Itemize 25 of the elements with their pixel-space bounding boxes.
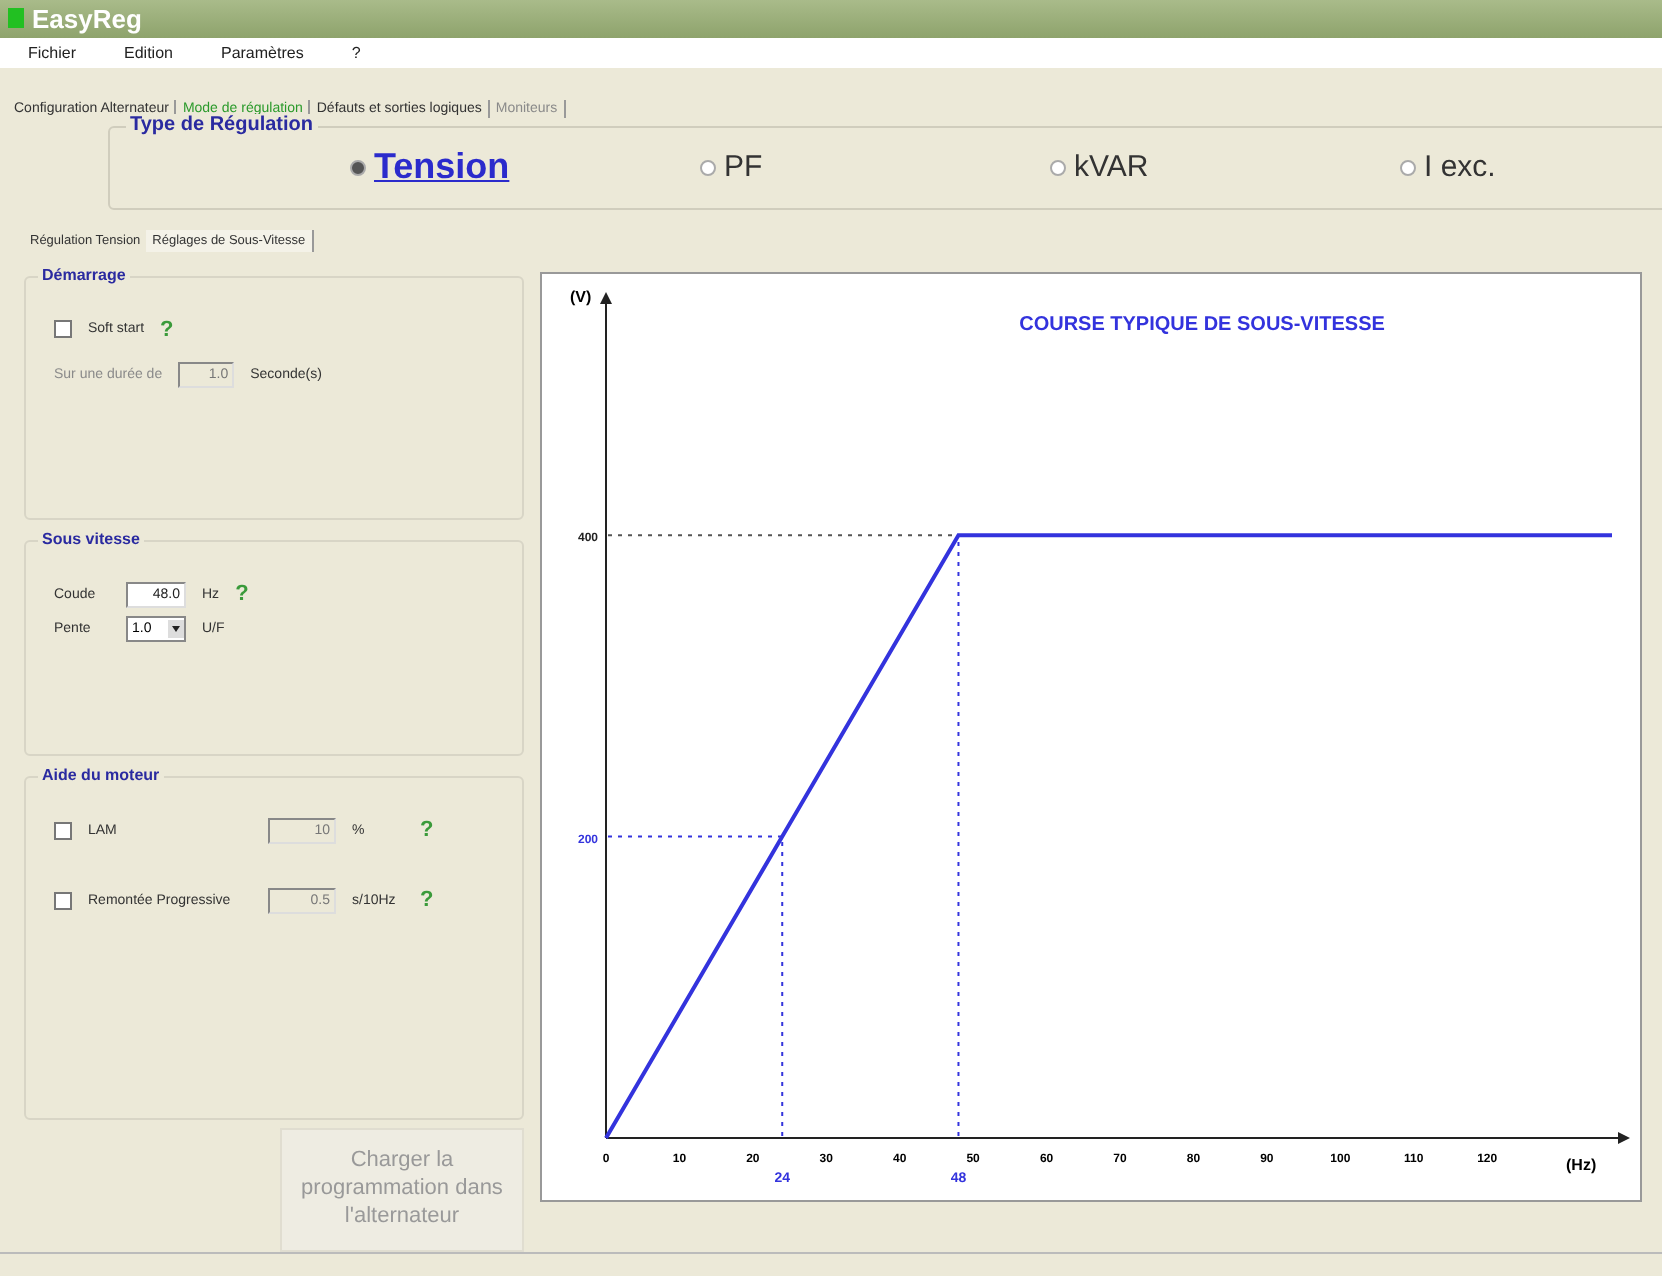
app-icon [8, 8, 24, 29]
window-title: EasyReg [32, 3, 142, 34]
caret-icon [168, 619, 184, 638]
group-title: Sous vitesse [38, 529, 144, 548]
radio-icon [350, 159, 366, 176]
radio-icon [1050, 159, 1066, 176]
menu-item[interactable]: Paramètres [220, 43, 304, 62]
radio-option[interactable]: I exc. [1400, 150, 1662, 185]
radio-icon [1400, 159, 1416, 176]
checkbox[interactable] [54, 821, 72, 840]
menu-item[interactable]: Fichier [28, 43, 77, 62]
axis-label: (V) [570, 287, 592, 306]
menu-item[interactable]: Edition [124, 43, 173, 62]
axis-label: (Hz) [1566, 1155, 1597, 1174]
group-title: Aide du moteur [38, 765, 164, 784]
chart-title: COURSE TYPIQUE DE SOUS-VITESSE [1019, 313, 1385, 336]
checkbox[interactable] [54, 320, 72, 339]
group-title: Démarrage [38, 265, 130, 284]
radio-option[interactable]: PF [700, 150, 1050, 185]
checkbox[interactable] [54, 891, 72, 910]
radio-icon [700, 159, 716, 176]
radio-option[interactable]: Tension [350, 146, 700, 189]
radio-option[interactable]: kVAR [1050, 150, 1400, 185]
group-title: Type de Régulation [126, 113, 317, 136]
menu-item[interactable]: ? [351, 43, 361, 62]
